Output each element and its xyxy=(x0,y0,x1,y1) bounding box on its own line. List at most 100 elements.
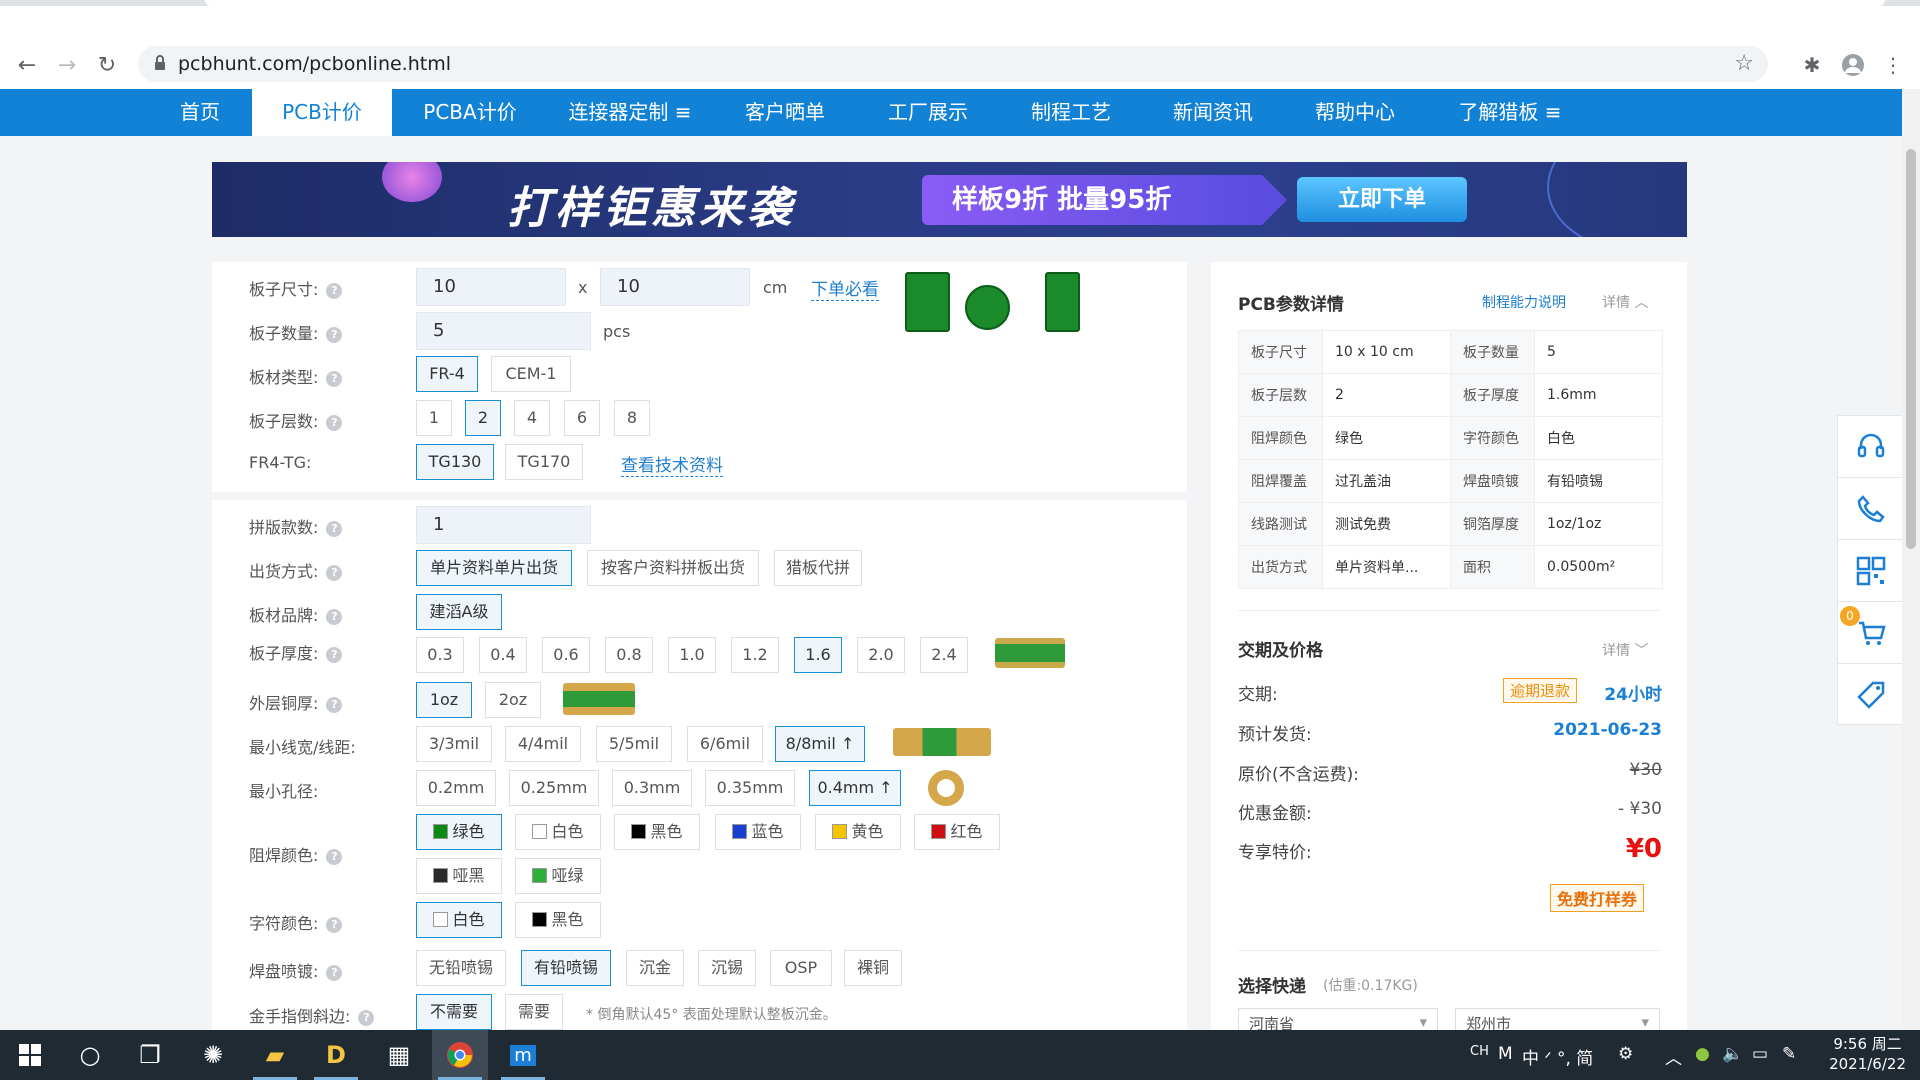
hole-0-25[interactable]: 0.25mm xyxy=(509,770,599,806)
ship-mode-single[interactable]: 单片资料单片出货 xyxy=(416,550,572,586)
nav-pcb-quote[interactable]: PCB计价 xyxy=(252,89,392,136)
back-icon[interactable]: ← xyxy=(12,50,42,80)
mask-red[interactable]: 红色 xyxy=(914,814,1000,850)
help-icon[interactable]: ? xyxy=(358,1009,375,1026)
material-fr4[interactable]: FR-4 xyxy=(416,356,478,392)
nav-pcba-quote[interactable]: PCBA计价 xyxy=(410,89,530,136)
mask-green[interactable]: 绿色 xyxy=(416,814,502,850)
mask-blue[interactable]: 蓝色 xyxy=(715,814,801,850)
finish-enig[interactable]: 沉金 xyxy=(626,950,684,986)
tag-icon[interactable] xyxy=(1838,664,1903,726)
help-icon[interactable]: ? xyxy=(326,520,343,537)
layers-8[interactable]: 8 xyxy=(614,400,650,436)
bevel-no[interactable]: 不需要 xyxy=(416,994,492,1030)
finish-lead-free-hasl[interactable]: 无铅喷锡 xyxy=(416,950,506,986)
tg-130[interactable]: TG130 xyxy=(416,444,494,480)
banner-order-button[interactable]: 立即下单 xyxy=(1297,177,1467,222)
help-icon[interactable]: ? xyxy=(326,282,343,299)
app-blue-icon[interactable]: m xyxy=(495,1030,551,1080)
trace-8-8[interactable]: 8/8mil ↑ xyxy=(775,726,865,762)
qrcode-icon[interactable] xyxy=(1838,540,1903,602)
help-icon[interactable]: ? xyxy=(326,646,343,663)
nav-customer-orders[interactable]: 客户晒单 xyxy=(730,89,840,136)
trace-4-4[interactable]: 4/4mil xyxy=(505,726,581,762)
mask-matte-green[interactable]: 哑绿 xyxy=(515,858,601,894)
price-toggle[interactable]: 详情 ﹀ xyxy=(1602,640,1648,660)
height-input[interactable]: 10 xyxy=(600,268,750,306)
finish-leaded-hasl[interactable]: 有铅喷锡 xyxy=(521,950,611,986)
mask-matte-black[interactable]: 哑黑 xyxy=(416,858,502,894)
tray-expand-icon[interactable]: ︿ xyxy=(1665,1044,1682,1069)
nav-help[interactable]: 帮助中心 xyxy=(1300,89,1410,136)
help-icon[interactable]: ? xyxy=(326,414,343,431)
help-icon[interactable]: ? xyxy=(326,696,343,713)
nav-process[interactable]: 制程工艺 xyxy=(1016,89,1126,136)
network-icon[interactable]: ▭ xyxy=(1752,1044,1768,1064)
params-toggle[interactable]: 详情 ︿ xyxy=(1602,292,1648,312)
city-select[interactable]: 郑州市 ▾ xyxy=(1455,1008,1660,1030)
hole-0-35[interactable]: 0.35mm xyxy=(705,770,795,806)
silk-black[interactable]: 黑色 xyxy=(515,902,601,938)
mask-yellow[interactable]: 黄色 xyxy=(815,814,901,850)
ime-indicator[interactable]: CH xyxy=(1470,1044,1489,1059)
ime-settings-icon[interactable]: ⚙ xyxy=(1618,1044,1633,1064)
help-icon[interactable]: ? xyxy=(326,370,343,387)
start-icon[interactable] xyxy=(2,1030,58,1080)
free-coupon-badge[interactable]: 免费打样券 xyxy=(1550,884,1645,912)
panel-count-input[interactable]: 1 xyxy=(416,506,591,544)
help-icon[interactable]: ? xyxy=(326,916,343,933)
must-read-link[interactable]: 下单必看 xyxy=(811,275,879,301)
tech-data-link[interactable]: 查看技术资料 xyxy=(621,451,723,477)
thickness-1-0[interactable]: 1.0 xyxy=(668,637,716,673)
bevel-yes[interactable]: 需要 xyxy=(505,994,563,1030)
thickness-0-3[interactable]: 0.3 xyxy=(416,637,464,673)
bookmark-star-icon[interactable]: ☆ xyxy=(1734,51,1754,76)
silk-white[interactable]: 白色 xyxy=(416,902,502,938)
trace-5-5[interactable]: 5/5mil xyxy=(596,726,672,762)
layers-6[interactable]: 6 xyxy=(564,400,600,436)
menu-icon[interactable]: ⋮ xyxy=(1878,50,1908,80)
security-tray-icon[interactable]: ● xyxy=(1695,1044,1710,1064)
address-bar[interactable]: pcbhunt.com/pcbonline.html ☆ xyxy=(138,46,1768,82)
nav-about[interactable]: 了解猎板 ≡ xyxy=(1440,89,1580,136)
chrome-icon[interactable] xyxy=(432,1030,488,1080)
thickness-1-2[interactable]: 1.2 xyxy=(731,637,779,673)
page-scrollbar[interactable] xyxy=(1902,89,1920,1029)
nav-connector[interactable]: 连接器定制 ≡ xyxy=(555,89,705,136)
thickness-0-8[interactable]: 0.8 xyxy=(605,637,653,673)
calculator-icon[interactable]: ▦ xyxy=(371,1030,427,1080)
thickness-2-4[interactable]: 2.4 xyxy=(920,637,968,673)
customer-service-icon[interactable] xyxy=(1838,416,1903,478)
task-view-icon[interactable]: ❐ xyxy=(122,1030,178,1080)
layers-4[interactable]: 4 xyxy=(514,400,550,436)
scrollbar-thumb[interactable] xyxy=(1906,149,1916,549)
help-icon[interactable]: ? xyxy=(326,964,343,981)
finish-bare-copper[interactable]: 裸铜 xyxy=(844,950,902,986)
ime-tray-text[interactable]: 中 ᐟ °, 简 xyxy=(1522,1044,1593,1069)
qty-input[interactable]: 5 xyxy=(416,312,591,350)
mask-white[interactable]: 白色 xyxy=(515,814,601,850)
mask-black[interactable]: 黑色 xyxy=(614,814,700,850)
promo-banner[interactable]: 打样钜惠来袭 样板9折 批量95折 立即下单 xyxy=(212,162,1687,237)
hole-0-2[interactable]: 0.2mm xyxy=(416,770,496,806)
tg-170[interactable]: TG170 xyxy=(505,444,583,480)
help-icon[interactable]: ? xyxy=(326,608,343,625)
copper-1oz[interactable]: 1oz xyxy=(416,682,472,718)
ship-mode-customer-panel[interactable]: 按客户资料拼板出货 xyxy=(587,550,759,586)
brand-kb-a[interactable]: 建滔A级 xyxy=(416,594,502,630)
hole-0-3[interactable]: 0.3mm xyxy=(612,770,692,806)
layers-1[interactable]: 1 xyxy=(416,400,452,436)
app-d-icon[interactable]: D xyxy=(308,1030,364,1080)
ime-m-icon[interactable]: M xyxy=(1498,1044,1513,1064)
layers-2[interactable]: 2 xyxy=(465,400,501,436)
file-explorer-icon[interactable]: ▰ xyxy=(247,1030,303,1080)
finish-imm-tin[interactable]: 沉锡 xyxy=(698,950,756,986)
thickness-0-4[interactable]: 0.4 xyxy=(479,637,527,673)
help-icon[interactable]: ? xyxy=(326,326,343,343)
app-pinwheel-icon[interactable]: ✺ xyxy=(185,1030,241,1080)
trace-6-6[interactable]: 6/6mil xyxy=(687,726,763,762)
trace-3-3[interactable]: 3/3mil xyxy=(416,726,492,762)
material-cem1[interactable]: CEM-1 xyxy=(491,356,571,392)
phone-icon[interactable] xyxy=(1838,478,1903,540)
province-select[interactable]: 河南省 ▾ xyxy=(1238,1008,1438,1030)
